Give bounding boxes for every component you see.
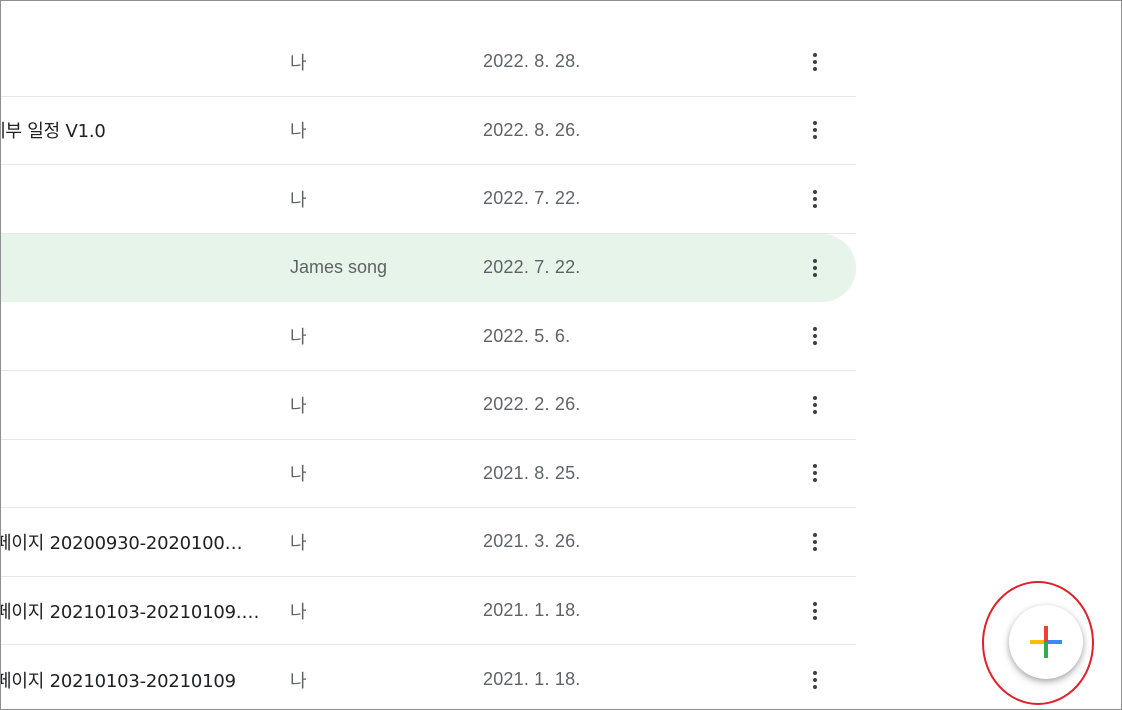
file-modified-date: 2022. 7. 22.	[483, 188, 581, 209]
more-actions-button[interactable]	[801, 97, 829, 165]
file-list: 나 2022. 8. 28. 세부 일정 V1.0 나 2022. 8. 26.…	[0, 28, 856, 709]
more-actions-button[interactable]	[801, 234, 829, 302]
more-actions-button[interactable]	[801, 165, 829, 233]
more-vert-icon	[813, 601, 817, 620]
more-vert-icon	[813, 52, 817, 71]
more-actions-button[interactable]	[801, 28, 829, 96]
more-vert-icon	[813, 121, 817, 140]
file-owner: 나	[290, 395, 307, 417]
file-modified-date: 2022. 5. 6.	[483, 325, 571, 346]
file-row[interactable]: 페이지 20200930-2020100… 나 2021. 3. 26.	[1, 508, 856, 577]
file-row[interactable]: 나 2022. 2. 26.	[1, 371, 856, 440]
more-actions-button[interactable]	[801, 302, 829, 370]
more-actions-button[interactable]	[801, 645, 829, 709]
file-owner: 나	[290, 601, 307, 623]
more-actions-button[interactable]	[801, 508, 829, 576]
file-name	[1, 440, 269, 508]
file-owner: 나	[290, 464, 307, 486]
file-owner: 나	[290, 670, 307, 692]
file-row[interactable]: 페이지 20210103-20210109 나 2021. 1. 18.	[0, 645, 856, 709]
file-name	[1, 28, 269, 96]
more-actions-button[interactable]	[801, 371, 829, 439]
file-row[interactable]: 나 2022. 5. 6.	[1, 302, 856, 371]
more-vert-icon	[813, 327, 817, 346]
more-vert-icon	[813, 532, 817, 551]
file-row[interactable]: 페이지 20210103-20210109.… 나 2021. 1. 18.	[1, 577, 856, 646]
more-vert-icon	[813, 670, 817, 689]
file-name	[1, 302, 269, 370]
new-button[interactable]	[1009, 605, 1083, 679]
file-modified-date: 2022. 2. 26.	[483, 394, 581, 415]
file-modified-date: 2022. 7. 22.	[483, 257, 581, 278]
file-modified-date: 2022. 8. 28.	[483, 51, 581, 72]
more-actions-button[interactable]	[801, 577, 829, 645]
file-name	[1, 234, 269, 302]
more-vert-icon	[813, 395, 817, 414]
file-name	[1, 371, 269, 439]
file-owner: 나	[290, 52, 307, 74]
file-row-selected[interactable]: James song 2022. 7. 22.	[1, 233, 856, 303]
file-name: 페이지 20210103-20210109.…	[0, 601, 260, 623]
file-row[interactable]: 세부 일정 V1.0 나 2022. 8. 26.	[1, 97, 856, 166]
more-actions-button[interactable]	[801, 440, 829, 508]
file-owner: 나	[290, 121, 307, 143]
more-vert-icon	[813, 258, 817, 277]
file-modified-date: 2021. 3. 26.	[483, 531, 581, 552]
file-name	[1, 165, 269, 233]
file-modified-date: 2022. 8. 26.	[483, 119, 581, 140]
file-row[interactable]: 나 2021. 8. 25.	[1, 440, 856, 509]
file-row[interactable]: 나 2022. 8. 28.	[1, 28, 856, 97]
drive-file-list-view: 나 2022. 8. 28. 세부 일정 V1.0 나 2022. 8. 26.…	[0, 0, 1122, 710]
plus-multicolor-icon	[1030, 626, 1062, 658]
file-owner: 나	[290, 327, 307, 349]
file-modified-date: 2021. 1. 18.	[483, 600, 581, 621]
more-vert-icon	[813, 189, 817, 208]
file-name: 페이지 20200930-2020100…	[0, 532, 243, 554]
file-row[interactable]: 나 2022. 7. 22.	[1, 165, 856, 234]
file-owner: 나	[290, 532, 307, 554]
more-vert-icon	[813, 464, 817, 483]
file-modified-date: 2021. 1. 18.	[483, 669, 581, 690]
file-owner: James song	[290, 257, 388, 278]
file-modified-date: 2021. 8. 25.	[483, 462, 581, 483]
file-name: 세부 일정 V1.0	[0, 121, 106, 143]
file-name: 페이지 20210103-20210109	[0, 670, 236, 692]
file-owner: 나	[290, 189, 307, 211]
